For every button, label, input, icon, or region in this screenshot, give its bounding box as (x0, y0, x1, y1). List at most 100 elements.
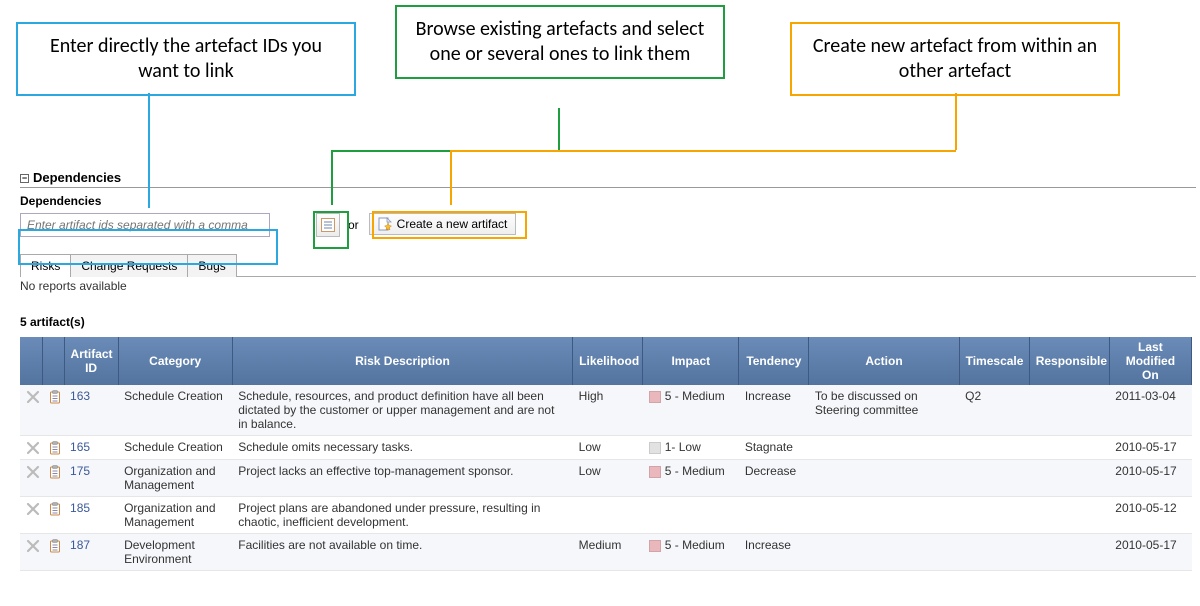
tab-risks-label: Risks (31, 259, 60, 273)
category-cell: Schedule Creation (118, 436, 232, 460)
timescale-cell (959, 533, 1029, 570)
impact-swatch (649, 540, 661, 552)
connector-orange-v (955, 93, 957, 150)
callout-green: Browse existing artefacts and select one… (395, 5, 725, 79)
callouts-layer: Enter directly the artefact IDs you want… (0, 0, 1200, 180)
likelihood-cell: Medium (573, 533, 643, 570)
impact-cell: 5 - Medium (643, 533, 739, 570)
timescale-cell (959, 496, 1029, 533)
artifact-icon[interactable] (48, 441, 62, 455)
tab-change-requests-label: Change Requests (81, 259, 177, 273)
timescale-cell (959, 459, 1029, 496)
tendency-cell: Stagnate (739, 436, 809, 460)
tab-risks[interactable]: Risks (20, 254, 71, 277)
tab-bugs[interactable]: Bugs (188, 254, 236, 277)
artifact-id-link[interactable]: 175 (70, 464, 90, 478)
new-page-icon (378, 217, 392, 231)
connector-orange-h (450, 150, 956, 152)
modified-cell: 2010-05-12 (1109, 496, 1191, 533)
action-cell (809, 533, 959, 570)
artifact-id-link[interactable]: 165 (70, 440, 90, 454)
responsible-cell (1029, 385, 1109, 436)
modified-cell: 2010-05-17 (1109, 533, 1191, 570)
delete-icon[interactable] (26, 441, 40, 455)
tendency-cell: Decrease (739, 459, 809, 496)
impact-cell: 5 - Medium (643, 459, 739, 496)
artifact-count: 5 artifact(s) (20, 315, 1196, 329)
category-cell: Organization and Management (118, 459, 232, 496)
impact-swatch (649, 466, 661, 478)
create-artifact-label: Create a new artifact (397, 217, 508, 231)
callout-orange: Create new artefact from within an other… (790, 22, 1120, 96)
description-cell: Schedule, resources, and product definit… (232, 385, 572, 436)
artifact-id-link[interactable]: 185 (70, 501, 90, 515)
browse-list-icon (321, 218, 335, 232)
callout-orange-text: Create new artefact from within an other… (813, 34, 1097, 83)
col-action2[interactable] (42, 337, 64, 385)
col-likelihood[interactable]: Likelihood (573, 337, 643, 385)
col-artifact-id[interactable]: Artifact ID (64, 337, 118, 385)
category-cell: Organization and Management (118, 496, 232, 533)
table-row: 163 Schedule CreationSchedule, resources,… (20, 385, 1192, 436)
no-reports-text: No reports available (20, 279, 1196, 293)
page: Enter directly the artefact IDs you want… (0, 0, 1200, 606)
table-row: 175Organization and ManagementProject la… (20, 459, 1192, 496)
section-title-text: Dependencies (33, 170, 121, 185)
action-cell (809, 459, 959, 496)
responsible-cell (1029, 436, 1109, 460)
col-action[interactable]: Action (809, 337, 959, 385)
or-label: or (348, 218, 359, 232)
tendency-cell: Increase (739, 533, 809, 570)
artifact-icon[interactable] (48, 390, 62, 404)
modified-cell: 2010-05-17 (1109, 436, 1191, 460)
action-cell (809, 496, 959, 533)
likelihood-cell (573, 496, 643, 533)
artifact-icon[interactable] (48, 502, 62, 516)
artifact-id-link[interactable]: 187 (70, 538, 90, 552)
artifact-id-link[interactable]: 163 (70, 389, 90, 403)
timescale-cell (959, 436, 1029, 460)
artifacts-table: Artifact ID Category Risk Description Li… (20, 337, 1192, 571)
impact-cell (643, 496, 739, 533)
tab-bugs-label: Bugs (198, 259, 225, 273)
impact-swatch (649, 391, 661, 403)
callout-green-text: Browse existing artefacts and select one… (416, 17, 705, 66)
controls-row: or Create a new artifact (20, 213, 1196, 237)
table-body: 163 Schedule CreationSchedule, resources,… (20, 385, 1192, 570)
category-cell: Schedule Creation (118, 385, 232, 436)
description-cell: Project plans are abandoned under pressu… (232, 496, 572, 533)
connector-green-h (331, 150, 559, 152)
artifact-icon[interactable] (48, 465, 62, 479)
modified-cell: 2010-05-17 (1109, 459, 1191, 496)
col-action1[interactable] (20, 337, 42, 385)
create-artifact-button[interactable]: Create a new artifact (369, 213, 517, 235)
responsible-cell (1029, 459, 1109, 496)
col-category[interactable]: Category (118, 337, 232, 385)
responsible-cell (1029, 533, 1109, 570)
description-cell: Facilities are not available on time. (232, 533, 572, 570)
category-cell: Development Environment (118, 533, 232, 570)
tendency-cell (739, 496, 809, 533)
col-description[interactable]: Risk Description (232, 337, 572, 385)
tabs: Risks Change Requests Bugs (20, 253, 1196, 276)
tab-change-requests[interactable]: Change Requests (71, 254, 188, 277)
col-impact[interactable]: Impact (643, 337, 739, 385)
delete-icon[interactable] (26, 465, 40, 479)
delete-icon[interactable] (26, 539, 40, 553)
callout-blue: Enter directly the artefact IDs you want… (16, 22, 356, 96)
col-timescale[interactable]: Timescale (959, 337, 1029, 385)
collapse-toggle-icon[interactable]: − (20, 174, 29, 183)
delete-icon[interactable] (26, 390, 40, 404)
col-modified[interactable]: Last Modified On (1109, 337, 1191, 385)
impact-cell: 5 - Medium (643, 385, 739, 436)
col-tendency[interactable]: Tendency (739, 337, 809, 385)
likelihood-cell: High (573, 385, 643, 436)
dependencies-panel: −Dependencies Dependencies or (20, 170, 1196, 571)
impact-cell: 1- Low (643, 436, 739, 460)
artifact-icon[interactable] (48, 539, 62, 553)
artifact-ids-input[interactable] (20, 213, 270, 237)
delete-icon[interactable] (26, 502, 40, 516)
table-row: 185 Organization and ManagementProject pl… (20, 496, 1192, 533)
browse-artifacts-button[interactable] (316, 213, 340, 237)
col-responsible[interactable]: Responsible (1029, 337, 1109, 385)
